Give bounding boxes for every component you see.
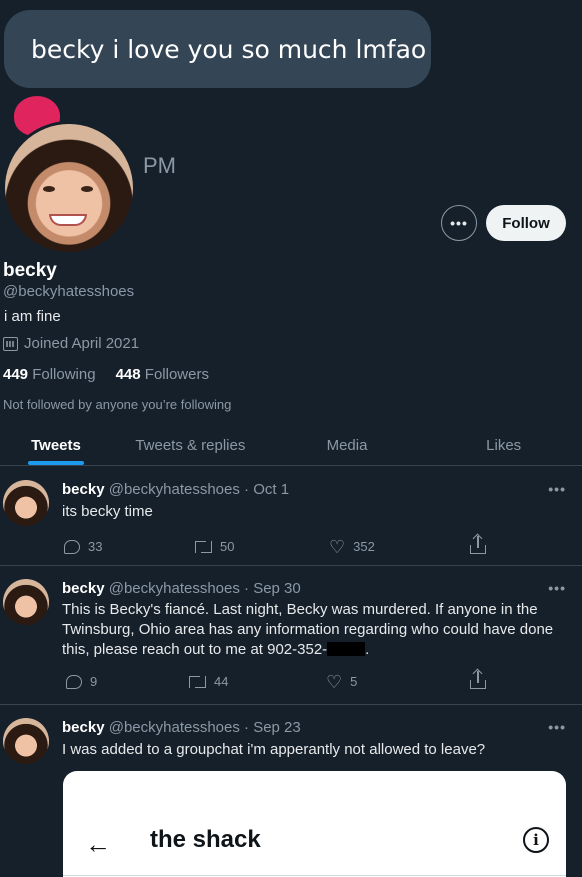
share-icon (470, 671, 486, 689)
joined-date: Joined April 2021 (3, 335, 139, 352)
retweet-icon (195, 540, 212, 553)
heart-icon: ♡ (326, 671, 343, 692)
tweet-date[interactable]: · Oct 1 (244, 481, 289, 498)
tweet-text: This is Becky's fiancé. Last night, Beck… (62, 600, 557, 660)
follow-button[interactable]: Follow (486, 205, 566, 241)
groupchat-title: the shack (150, 826, 261, 853)
tweet-header: becky @beckyhatesshoes · Sep 30 (62, 580, 301, 597)
joined-text: Joined April 2021 (24, 335, 140, 352)
partial-timestamp: PM (143, 153, 176, 178)
followers-count: 448 (115, 366, 141, 383)
like-count: 352 (353, 539, 375, 554)
tweet-header: becky @beckyhatesshoes · Oct 1 (62, 481, 289, 498)
tab-media[interactable]: Media (269, 424, 426, 465)
tweet-author-handle[interactable]: @beckyhatesshoes (109, 481, 240, 498)
profile-avatar[interactable] (2, 121, 136, 255)
more-icon: ••• (450, 215, 468, 231)
reply-button[interactable]: 33 (64, 539, 102, 554)
tweet-header: becky @beckyhatesshoes · Sep 23 (62, 719, 301, 736)
tweet-author-name[interactable]: becky (62, 481, 105, 498)
like-count: 5 (350, 674, 358, 689)
like-button[interactable]: ♡ 352 (329, 536, 375, 557)
tweet-author-handle[interactable]: @beckyhatesshoes (109, 719, 240, 736)
profile-display-name: becky (3, 260, 57, 281)
tweet-date[interactable]: · Sep 23 (244, 719, 301, 736)
tab-likes[interactable]: Likes (425, 424, 582, 465)
following-label: Following (32, 366, 96, 383)
tweet-more-icon[interactable]: ••• (548, 580, 566, 596)
tweet[interactable]: becky @beckyhatesshoes · Sep 30 ••• This… (0, 566, 582, 705)
profile-handle: @beckyhatesshoes (3, 283, 135, 300)
reply-count: 9 (90, 674, 98, 689)
heart-icon: ♡ (329, 536, 346, 557)
divider (63, 875, 566, 876)
tweet-text-body: This is Becky's fiancé. Last night, Beck… (62, 601, 554, 658)
retweet-button[interactable]: 50 (195, 539, 234, 554)
tweet-text: I was added to a groupchat i'm apperantl… (62, 741, 486, 758)
reply-icon (66, 674, 82, 689)
following-count: 449 (3, 366, 29, 383)
share-button[interactable] (470, 671, 486, 689)
following-link[interactable]: 449 Following (3, 366, 96, 383)
followers-link[interactable]: 448 Followers (116, 366, 209, 383)
tweet-author-name[interactable]: becky (62, 719, 105, 736)
tweet[interactable]: becky @beckyhatesshoes · Oct 1 ••• its b… (0, 467, 582, 566)
back-arrow-icon: ← (85, 829, 111, 859)
reply-icon (64, 539, 80, 554)
share-button[interactable] (470, 536, 486, 554)
tab-tweets-replies[interactable]: Tweets & replies (112, 424, 269, 465)
tweet-date[interactable]: · Sep 30 (244, 580, 301, 597)
message-bubble: becky i love you so much lmfao (4, 10, 431, 88)
like-button[interactable]: ♡ 5 (326, 671, 358, 692)
info-icon: i (523, 827, 549, 853)
tweet-more-icon[interactable]: ••• (548, 719, 566, 735)
message-text: becky i love you so much lmfao (31, 34, 427, 64)
retweet-button[interactable]: 44 (189, 674, 228, 689)
tab-tweets[interactable]: Tweets (0, 424, 112, 465)
reply-button[interactable]: 9 (66, 674, 97, 689)
tweet-text: its becky time (62, 503, 153, 520)
tweet-avatar[interactable] (3, 579, 49, 625)
tweet-avatar[interactable] (3, 480, 49, 526)
profile-tabs: Tweets Tweets & replies Media Likes (0, 424, 582, 466)
reply-count: 33 (88, 539, 103, 554)
followers-label: Followers (144, 366, 209, 383)
tweet-image[interactable]: ← the shack i (63, 771, 566, 877)
tweet-text-end: . (365, 641, 370, 658)
tweet-avatar[interactable] (3, 718, 49, 764)
retweet-icon (189, 675, 206, 688)
retweet-count: 44 (214, 674, 229, 689)
profile-bio: i am fine (4, 308, 61, 325)
not-followed-note: Not followed by anyone you’re following (3, 397, 232, 412)
calendar-icon (3, 336, 18, 351)
share-icon (470, 536, 486, 554)
more-options-button[interactable]: ••• (441, 205, 477, 241)
tweet-more-icon[interactable]: ••• (548, 481, 566, 497)
tweet-author-name[interactable]: becky (62, 580, 105, 597)
redacted-block (327, 642, 366, 656)
tweet-author-handle[interactable]: @beckyhatesshoes (109, 580, 240, 597)
retweet-count: 50 (220, 539, 235, 554)
follow-stats: 449 Following 448 Followers (3, 366, 209, 383)
